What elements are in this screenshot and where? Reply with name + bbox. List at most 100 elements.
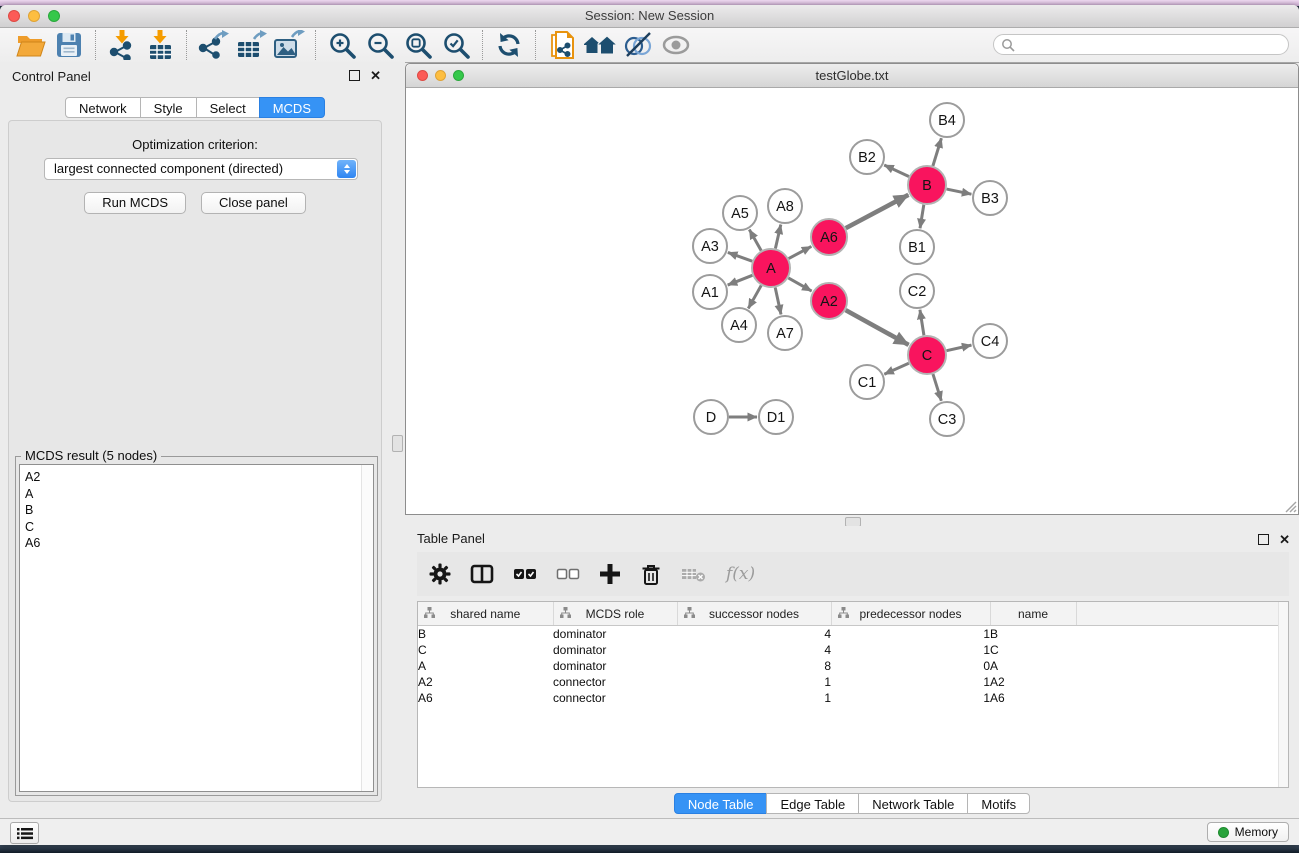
search-input[interactable] <box>1015 35 1288 54</box>
open-session-button[interactable] <box>12 29 50 61</box>
refresh-button[interactable] <box>490 29 528 61</box>
deselect-all-button[interactable] <box>556 567 580 581</box>
zoom-out-button[interactable] <box>361 29 399 61</box>
table-cell[interactable]: dominator <box>553 626 677 643</box>
tab-edge-table[interactable]: Edge Table <box>766 793 859 814</box>
graph-edge-C-C3[interactable] <box>933 374 941 401</box>
table-cell[interactable]: 4 <box>677 642 831 658</box>
vertical-splitter[interactable] <box>390 62 405 818</box>
network-close-button[interactable] <box>417 70 428 81</box>
export-image-button[interactable] <box>270 29 308 61</box>
network-minimize-button[interactable] <box>435 70 446 81</box>
network-zoom-button[interactable] <box>453 70 464 81</box>
graph-edge-B-B2[interactable] <box>884 165 909 177</box>
table-cell[interactable]: 1 <box>831 626 990 643</box>
table-cell[interactable]: B <box>418 626 553 643</box>
close-panel-button[interactable]: Close panel <box>201 192 306 214</box>
zoom-fit-button[interactable] <box>399 29 437 61</box>
show-columns-button[interactable] <box>470 563 494 585</box>
horizontal-splitter[interactable] <box>405 515 1299 526</box>
column-header-successor-nodes[interactable]: successor nodes <box>677 602 831 626</box>
table-cell[interactable]: 1 <box>831 642 990 658</box>
table-cell[interactable]: connector <box>553 674 677 690</box>
graph-edge-C-C2[interactable] <box>920 310 924 335</box>
tab-select[interactable]: Select <box>196 97 260 118</box>
add-column-button[interactable] <box>599 563 621 585</box>
graph-edge-A-A2[interactable] <box>788 278 811 291</box>
table-cell[interactable]: C <box>418 642 553 658</box>
table-cell[interactable]: A2 <box>418 674 553 690</box>
graph-edge-C-C1[interactable] <box>884 363 908 374</box>
table-scrollbar[interactable] <box>1278 602 1288 787</box>
splitter-grabber[interactable] <box>392 435 403 452</box>
tab-mcds[interactable]: MCDS <box>259 97 325 118</box>
export-network-button[interactable] <box>194 29 232 61</box>
zoom-selected-button[interactable] <box>437 29 475 61</box>
table-cell[interactable]: 1 <box>677 674 831 690</box>
graph-edge-A-A1[interactable] <box>728 275 753 285</box>
tab-node-table[interactable]: Node Table <box>674 793 768 814</box>
save-session-button[interactable] <box>50 29 88 61</box>
resize-grip-icon[interactable] <box>1284 500 1297 513</box>
table-row[interactable]: A6connector11A6 <box>418 690 1288 706</box>
run-mcds-button[interactable]: Run MCDS <box>84 192 186 214</box>
close-panel-icon[interactable]: ✕ <box>370 70 381 81</box>
table-cell[interactable]: dominator <box>553 658 677 674</box>
table-cell[interactable]: A <box>418 658 553 674</box>
table-cell[interactable]: 8 <box>677 658 831 674</box>
task-history-button[interactable] <box>10 822 39 844</box>
mcds-result-item[interactable]: C <box>25 519 373 536</box>
main-titlebar[interactable]: Session: New Session <box>0 5 1299 28</box>
graph-edge-A-A5[interactable] <box>749 230 761 251</box>
graph-edge-A-A4[interactable] <box>748 285 761 308</box>
mcds-result-item[interactable]: A2 <box>25 469 373 486</box>
select-all-button[interactable] <box>513 567 537 581</box>
graph-edge-A2-C[interactable] <box>846 310 909 345</box>
network-window-titlebar[interactable]: testGlobe.txt <box>406 64 1298 88</box>
column-header-name[interactable]: name <box>990 602 1076 626</box>
graph-edge-A-A7[interactable] <box>775 288 781 315</box>
table-cell[interactable]: A <box>990 658 1076 674</box>
home-button[interactable] <box>581 29 619 61</box>
table-cell[interactable]: A2 <box>990 674 1076 690</box>
venn-diagram-button[interactable] <box>619 29 657 61</box>
table-cell[interactable]: B <box>990 626 1076 643</box>
mcds-result-item[interactable]: A6 <box>25 535 373 552</box>
mcds-result-list[interactable]: A2ABCA6 <box>19 464 374 792</box>
import-network-button[interactable] <box>103 29 141 61</box>
table-cell[interactable]: 1 <box>831 690 990 706</box>
table-cell[interactable]: A6 <box>418 690 553 706</box>
zoom-in-button[interactable] <box>323 29 361 61</box>
table-cell[interactable]: A6 <box>990 690 1076 706</box>
network-from-selection-button[interactable] <box>543 29 581 61</box>
close-panel-icon[interactable]: ✕ <box>1279 534 1290 545</box>
tab-network-table[interactable]: Network Table <box>858 793 968 814</box>
graph-edge-B-B3[interactable] <box>947 189 972 194</box>
graph-edge-B-B4[interactable] <box>933 138 942 166</box>
network-graph[interactable]: B4B2BB3A8A5A6A3B1AA1C2A2A4A7C4CC1C3DD1 <box>406 88 1298 514</box>
column-header-shared-name[interactable]: shared name <box>418 602 553 626</box>
show-hide-button[interactable] <box>657 29 695 61</box>
tab-motifs[interactable]: Motifs <box>967 793 1030 814</box>
column-header-predecessor-nodes[interactable]: predecessor nodes <box>831 602 990 626</box>
float-panel-icon[interactable] <box>1258 534 1269 545</box>
close-window-button[interactable] <box>8 10 20 22</box>
graph-edge-A-A6[interactable] <box>789 246 812 258</box>
network-canvas[interactable]: B4B2BB3A8A5A6A3B1AA1C2A2A4A7C4CC1C3DD1 <box>406 88 1298 514</box>
minimize-window-button[interactable] <box>28 10 40 22</box>
graph-edge-A-A8[interactable] <box>775 225 780 249</box>
table-cell[interactable]: 4 <box>677 626 831 643</box>
tab-style[interactable]: Style <box>140 97 197 118</box>
table-row[interactable]: Cdominator41C <box>418 642 1288 658</box>
export-table-button[interactable] <box>232 29 270 61</box>
import-table-button[interactable] <box>141 29 179 61</box>
table-cell[interactable]: C <box>990 642 1076 658</box>
delete-column-button[interactable] <box>640 563 662 586</box>
table-cell[interactable]: 0 <box>831 658 990 674</box>
graph-edge-B-B1[interactable] <box>920 205 924 228</box>
search-box[interactable] <box>993 34 1289 55</box>
graph-edge-C-C4[interactable] <box>947 345 972 351</box>
table-cell[interactable]: 1 <box>677 690 831 706</box>
table-settings-button[interactable] <box>429 563 451 585</box>
mcds-result-item[interactable]: B <box>25 502 373 519</box>
